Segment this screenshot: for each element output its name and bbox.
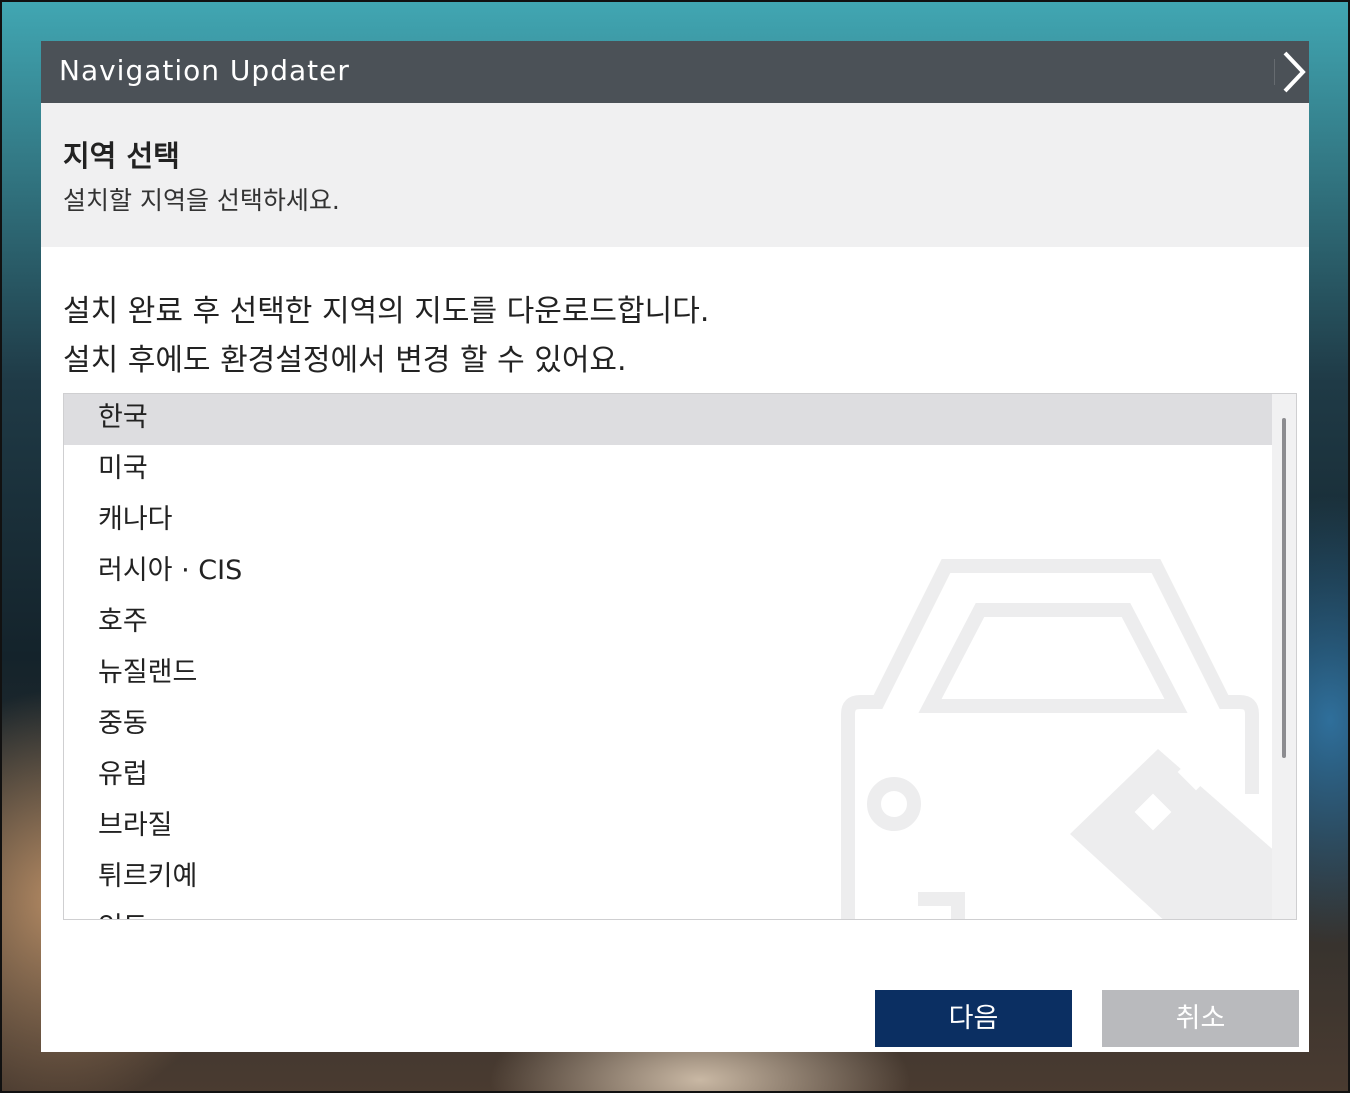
list-scrollbar[interactable] bbox=[1272, 394, 1296, 919]
intro-line-2: 설치 후에도 환경설정에서 변경 할 수 있어요. bbox=[63, 343, 627, 378]
intro-text: 설치 완료 후 선택한 지역의 지도를 다운로드합니다. 설치 후에도 환경설정… bbox=[63, 287, 709, 385]
title-bar[interactable]: Navigation Updater bbox=[41, 41, 1309, 103]
list-item[interactable]: 한국 bbox=[64, 394, 1272, 445]
region-list[interactable]: 한국 미국 캐나다 러시아 · CIS 호주 뉴질랜드 중동 유럽 브라질 튀르… bbox=[63, 393, 1297, 920]
window-title: Navigation Updater bbox=[59, 54, 350, 87]
list-item[interactable]: 러시아 · CIS bbox=[64, 547, 1272, 598]
list-item[interactable]: 브라질 bbox=[64, 802, 1272, 853]
next-button[interactable]: 다음 bbox=[875, 990, 1072, 1047]
page-title: 지역 선택 bbox=[63, 139, 180, 173]
list-item[interactable]: 호주 bbox=[64, 598, 1272, 649]
region-items: 한국 미국 캐나다 러시아 · CIS 호주 뉴질랜드 중동 유럽 브라질 튀르… bbox=[64, 394, 1272, 919]
header-section: 지역 선택 설치할 지역을 선택하세요. bbox=[41, 103, 1309, 247]
page-subtitle: 설치할 지역을 선택하세요. bbox=[63, 186, 340, 215]
list-item[interactable]: 중동 bbox=[64, 700, 1272, 751]
list-item[interactable]: 유럽 bbox=[64, 751, 1272, 802]
list-item[interactable]: 미국 bbox=[64, 445, 1272, 496]
list-item[interactable]: 뉴질랜드 bbox=[64, 649, 1272, 700]
intro-line-1: 설치 완료 후 선택한 지역의 지도를 다운로드합니다. bbox=[63, 294, 710, 329]
cancel-button[interactable]: 취소 bbox=[1102, 990, 1299, 1047]
list-item[interactable]: 튀르키예 bbox=[64, 853, 1272, 904]
list-item[interactable]: 인도 bbox=[64, 904, 1272, 919]
scrollbar-thumb[interactable] bbox=[1282, 418, 1286, 758]
installer-window: Navigation Updater 지역 선택 설치할 지역을 선택하세요. … bbox=[41, 41, 1309, 1052]
chevron-right-icon[interactable] bbox=[1275, 49, 1309, 95]
list-item[interactable]: 캐나다 bbox=[64, 496, 1272, 547]
